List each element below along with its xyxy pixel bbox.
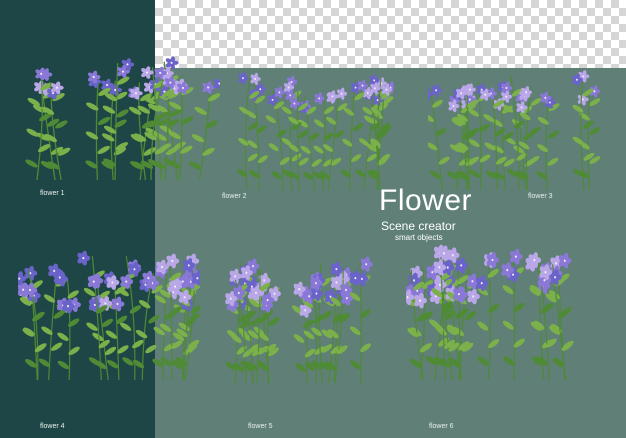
page-tagline: smart objects: [395, 233, 443, 242]
label-flower-6: flower 6: [429, 423, 454, 430]
flower-plant-1: [20, 55, 220, 180]
page-title: Flower: [379, 184, 473, 217]
label-flower-4: flower 4: [40, 423, 65, 430]
label-flower-5: flower 5: [248, 423, 273, 430]
flower-plant-6: [406, 240, 584, 380]
flower-plant-2: [232, 68, 394, 190]
image-canvas: flower 1 flower 2 flower 3 flower 4 flow…: [0, 0, 626, 438]
label-flower-2: flower 2: [222, 193, 247, 200]
flower-plant-5: [222, 248, 392, 383]
transparency-checkerboard: [155, 0, 626, 68]
label-flower-1: flower 1: [40, 190, 65, 197]
page-subtitle: Scene creator: [381, 219, 456, 233]
flower-plant-4: [18, 250, 200, 380]
label-flower-3: flower 3: [528, 193, 553, 200]
flower-plant-3: [428, 68, 603, 190]
